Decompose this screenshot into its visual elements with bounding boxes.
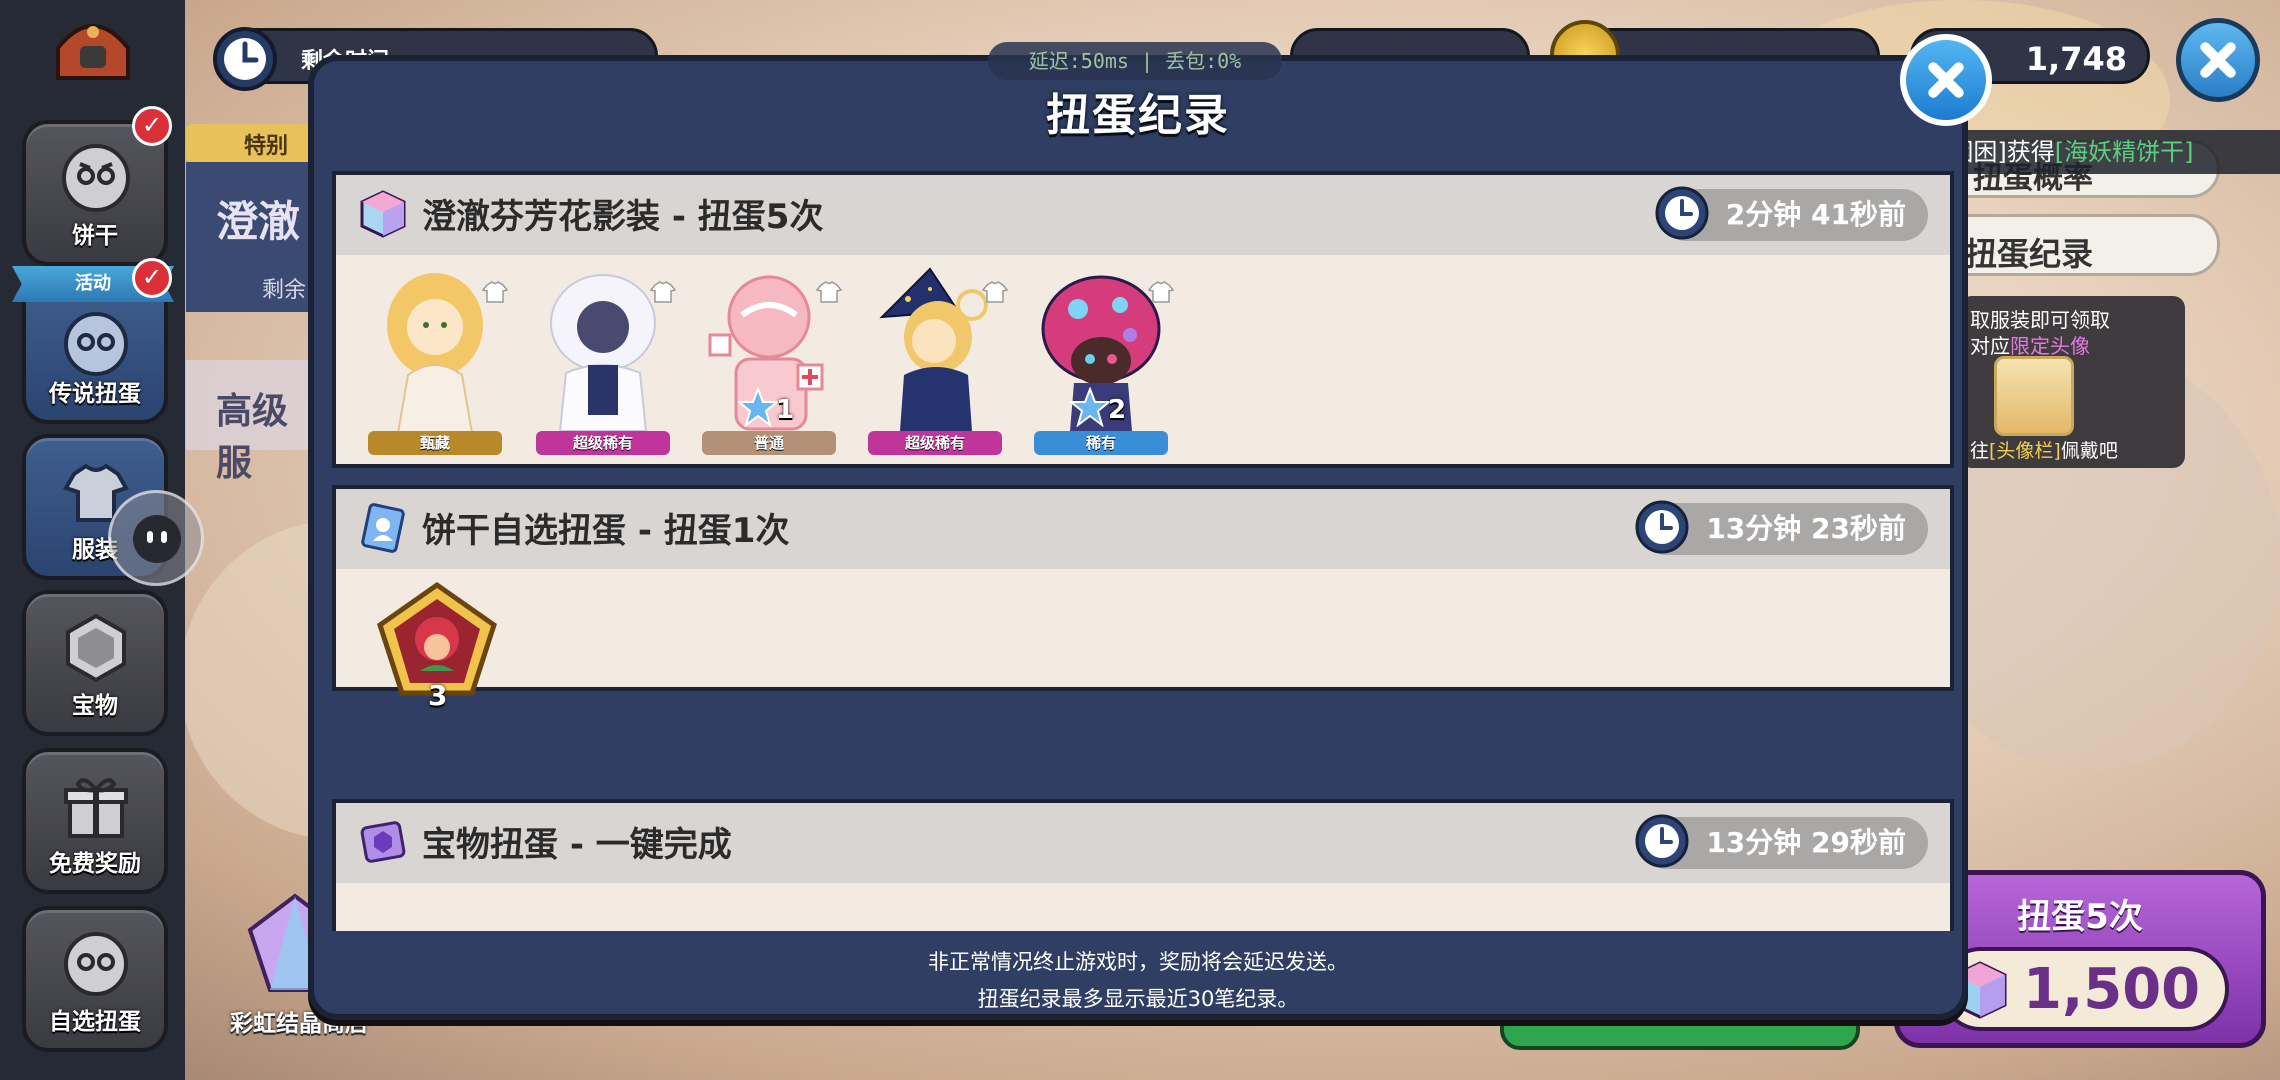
special-tab[interactable]: 特别 [186,124,316,162]
cookie-face-icon [62,144,130,212]
record-time: 13分钟 29秒前 [1635,814,1928,869]
sidebar-label-free-reward: 免费奖励 [49,851,141,877]
promo-line-2: 对应限定头像 [1970,334,2090,358]
soulstone-item[interactable]: 3 [372,581,502,712]
cookie-costume-item[interactable]: 甄藏 [368,265,508,455]
cookie-ticket-icon [361,503,405,553]
close-dialog-button[interactable] [1900,34,1992,126]
record-time: 13分钟 23秒前 [1635,500,1928,555]
advanced-label: 高级服 [216,391,289,484]
cookie-face-icon [64,312,128,376]
treasure-ticket-icon [360,821,406,863]
notify-item: [海妖精饼干] [2054,138,2194,166]
banner-title: 澄澈 [216,197,301,246]
record-header: 宝物扭蛋 - 一键完成 13分钟 29秒前 [336,803,1950,883]
banner-remaining: 剩余 [262,278,307,303]
record-header: 澄澈芬芳花影装 - 扭蛋5次 2分钟 41秒前 [336,175,1950,255]
gacha-cost-value: 1,500 [2023,957,2201,1022]
clock-icon [1635,814,1689,868]
footer-note-1: 非正常情况终止游戏时，奖励将会延迟发送。 [928,950,1348,974]
cookie-costume-item[interactable]: 2 稀有 [1034,265,1174,455]
special-tab-label: 特别 [244,134,289,159]
close-page-button[interactable] [2176,18,2260,102]
star-icon [1070,387,1110,427]
dialog-title: 扭蛋纪录 [1046,90,1230,141]
record-time-text: 13分钟 29秒前 [1706,826,1906,859]
network-status: 延迟:50ms | 丢包:0% [988,42,1282,80]
gacha-record-dialog: 扭蛋纪录 澄澈芬芳花影装 - 扭蛋5次 2分钟 41秒前 甄藏 超级稀有 1 普… [308,55,1968,1020]
avatar-thumbnail [1994,356,2074,436]
record-time-text: 13分钟 23秒前 [1706,512,1906,545]
sidebar-item-select-gacha[interactable]: 自选扭蛋 [22,906,168,1052]
gacha-record-label: 扭蛋纪录 [1965,235,2094,273]
rainbow-cube-icon [360,190,406,238]
clock-icon [1655,186,1709,240]
floating-assistant-button[interactable] [108,490,204,586]
record-card: 澄澈芬芳花影装 - 扭蛋5次 2分钟 41秒前 甄藏 超级稀有 1 普通 超级稀… [332,171,1954,468]
item-count: 1 [776,395,795,425]
rarity-badge: 甄藏 [368,431,502,455]
cookie-costume-item[interactable]: 超级稀有 [536,265,676,455]
rarity-badge: 普通 [702,431,836,455]
shirt-icon [650,281,676,303]
cookie-costume-item[interactable]: 超级稀有 [868,265,1008,455]
rarity-badge: 超级稀有 [536,431,670,455]
sidebar-item-free-reward[interactable]: 免费奖励 [22,748,168,894]
record-time-text: 2分钟 41秒前 [1725,198,1906,231]
record-card: 宝物扭蛋 - 一键完成 13分钟 29秒前 [332,799,1954,931]
shirt-icon [816,281,842,303]
gacha-record-button[interactable]: 扭蛋纪录 [1930,214,2220,276]
advanced-card: 高级服 [186,360,316,484]
shirt-icon [482,281,508,303]
star-icon [738,387,778,427]
rarity-badge: 稀有 [1034,431,1168,455]
sidebar-label-treasure: 宝物 [72,693,118,719]
hexagon-gem-icon [66,613,126,683]
gacha-cost-pill: 1,500 [1939,947,2229,1031]
avatar-promo-card: 取服装即可领取 对应限定头像 往[头像栏]佩戴吧 [1960,296,2185,468]
crystal-count: 1,748 [2025,40,2127,78]
record-card: 饼干自选扭蛋 - 扭蛋1次 13分钟 23秒前 3 [332,485,1954,712]
record-title: 宝物扭蛋 - 一键完成 [422,825,732,865]
notify-verb: 获得 [2006,138,2055,166]
item-count: 2 [1108,395,1127,425]
promo-line-3: 往[头像栏]佩戴吧 [1970,440,2118,462]
shirt-icon [1148,281,1174,303]
sidebar-item-treasure[interactable]: 宝物 [22,590,168,736]
gift-icon [64,778,128,838]
check-badge-icon: ✓ [132,106,172,146]
cookie-costume-item[interactable]: 1 普通 [702,265,842,455]
banner-card: 澄澈 剩余 [186,162,316,312]
record-title: 饼干自选扭蛋 - 扭蛋1次 [422,511,790,551]
sidebar-label-legend-gacha: 传说扭蛋 [49,381,141,407]
record-header: 饼干自选扭蛋 - 扭蛋1次 13分钟 23秒前 [336,489,1950,569]
promo-line-1: 取服装即可领取 [1970,308,2110,332]
clock-icon [213,27,277,91]
shirt-icon [982,281,1008,303]
clock-icon [1635,500,1689,554]
check-badge-icon: ✓ [132,258,172,298]
sidebar-label-select-gacha: 自选扭蛋 [49,1009,141,1035]
sidebar-label-cookie: 饼干 [72,223,118,249]
record-list[interactable]: 澄澈芬芳花影装 - 扭蛋5次 2分钟 41秒前 甄藏 超级稀有 1 普通 超级稀… [332,171,1954,931]
rarity-badge: 超级稀有 [868,431,1002,455]
item-count: 3 [428,679,448,712]
record-title: 澄澈芬芳花影装 - 扭蛋5次 [422,197,824,237]
record-time: 2分钟 41秒前 [1655,186,1928,241]
home-icon[interactable] [50,12,136,82]
footer-note-2: 扭蛋纪录最多显示最近30笔纪录。 [977,987,1299,1011]
cookie-face-icon [64,932,128,996]
